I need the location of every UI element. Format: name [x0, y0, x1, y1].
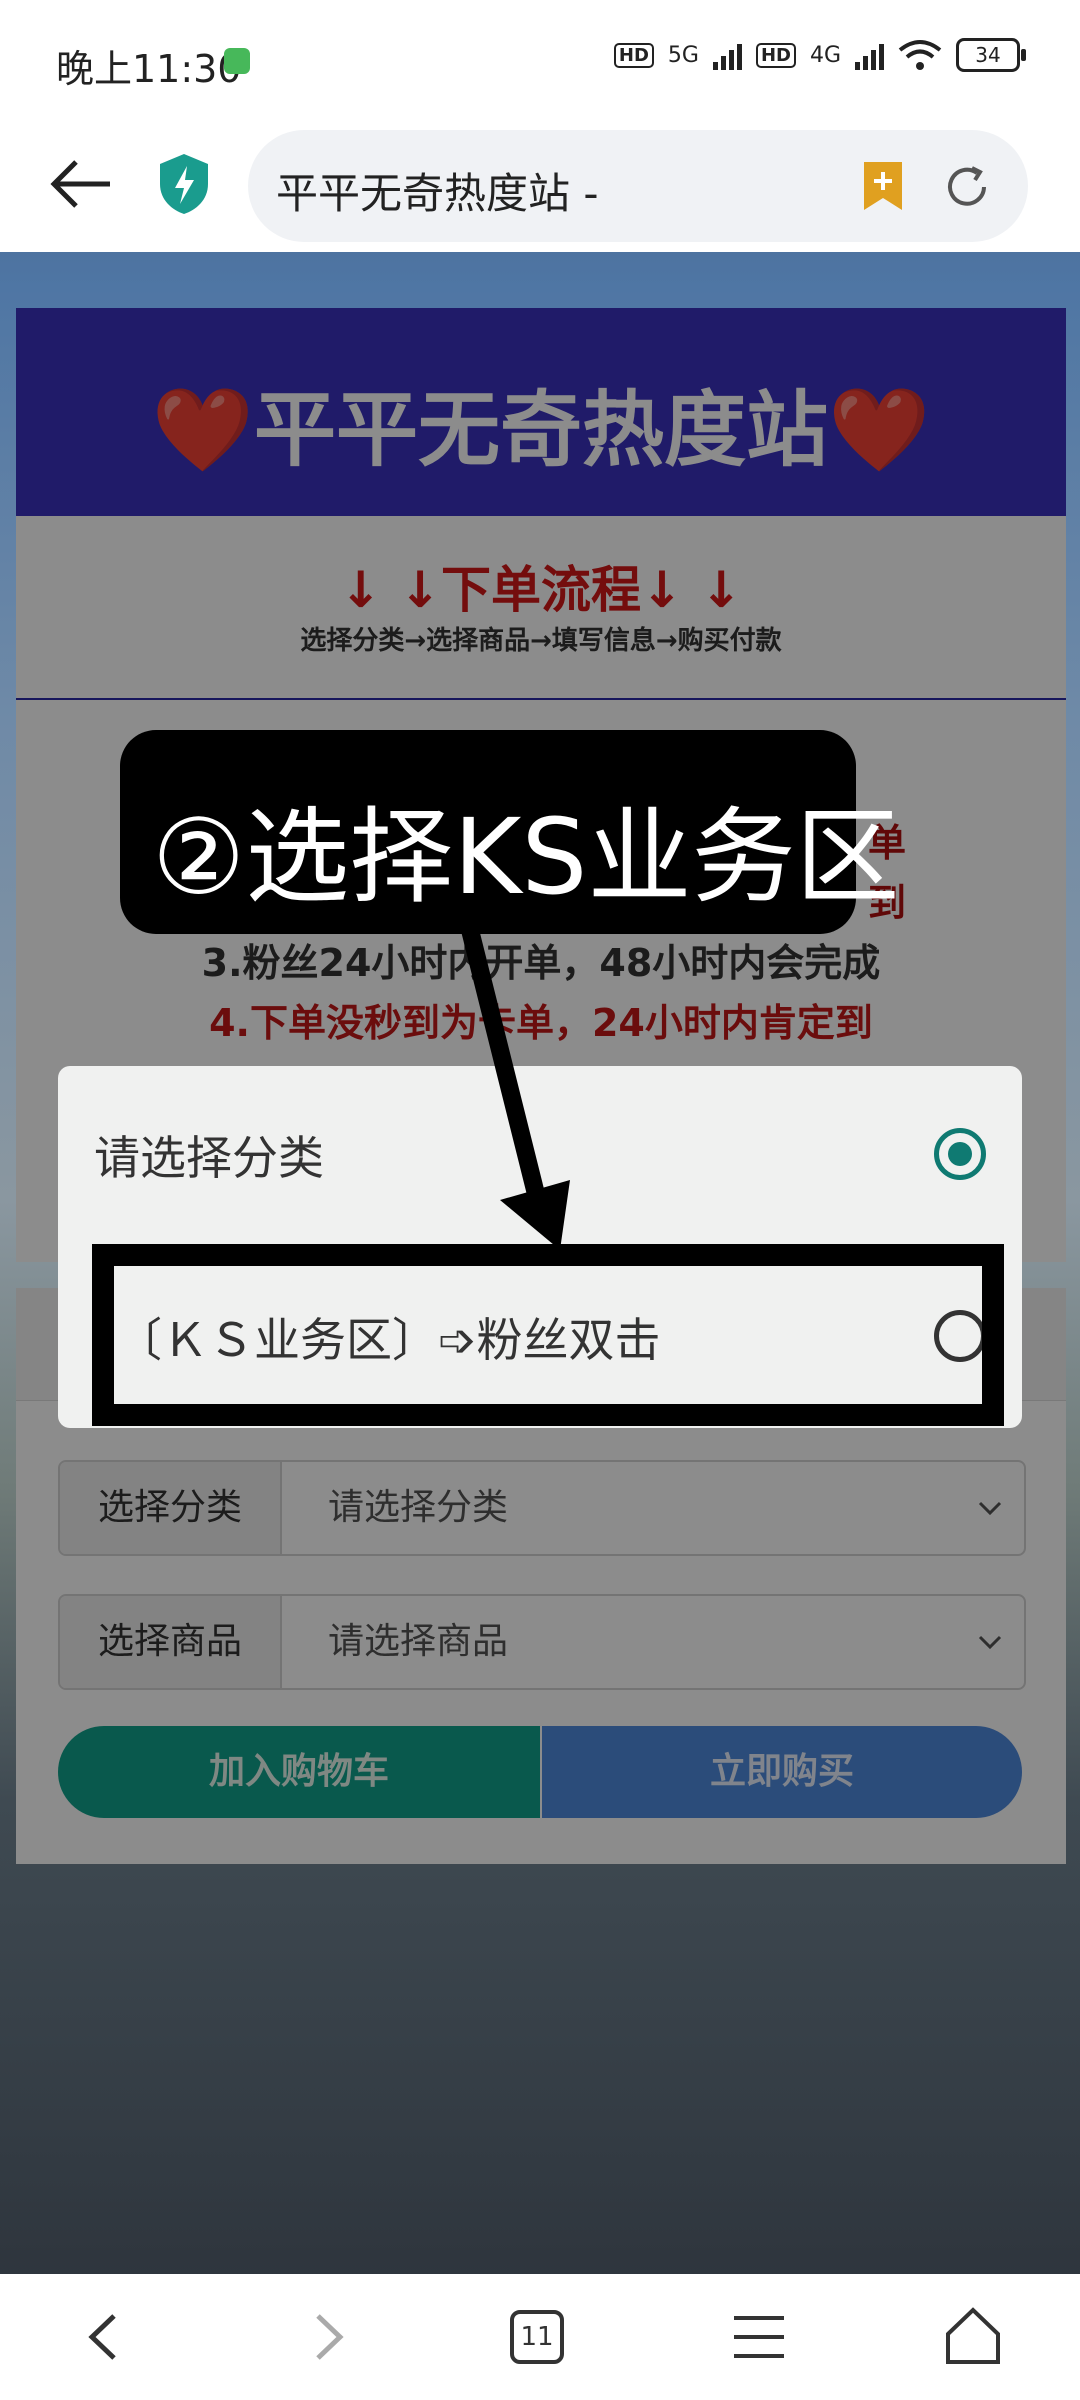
highlight-frame	[92, 1244, 1004, 1426]
status-bar: 晚上11:30 HD 5G HD 4G 34	[0, 0, 1080, 120]
back-arrow-icon[interactable]	[46, 154, 116, 214]
status-indicators: HD 5G HD 4G 34	[613, 38, 1026, 72]
browser-toolbar: 平平无奇热度站 -	[0, 120, 1080, 252]
signal-icon	[855, 40, 884, 70]
bookmark-add-icon[interactable]	[860, 160, 906, 212]
refresh-icon[interactable]	[942, 162, 992, 212]
dialog-option-label: 请选择分类	[94, 1131, 324, 1185]
radio-selected-icon[interactable]	[934, 1128, 986, 1180]
wifi-icon	[898, 40, 942, 70]
tabs-count: 11	[520, 2322, 554, 2352]
annotation-bubble: ②选择KS业务区	[120, 730, 899, 934]
android-app-icon	[224, 48, 250, 74]
address-bar[interactable]: 平平无奇热度站 -	[248, 130, 1028, 242]
bottom-navigation: 11	[0, 2274, 1080, 2400]
page-title-text: 平平无奇热度站 -	[276, 169, 599, 218]
tabs-button[interactable]: 11	[504, 2304, 570, 2370]
signal-icon	[712, 40, 742, 70]
shield-icon[interactable]	[156, 152, 212, 216]
hd-icon: HD	[613, 42, 654, 68]
menu-icon[interactable]	[726, 2304, 792, 2370]
nav-back-icon[interactable]	[72, 2304, 138, 2370]
nav-forward-icon[interactable]	[294, 2304, 360, 2370]
status-time: 晚上11:30	[56, 47, 242, 91]
network-5g-label: 5G	[667, 42, 699, 68]
home-icon[interactable]	[940, 2304, 1006, 2370]
annotation-text: ②选择KS业务区	[152, 796, 900, 918]
dialog-option-default[interactable]: 请选择分类	[58, 1066, 1022, 1246]
network-4g-label: 4G	[809, 42, 841, 68]
battery-icon: 34	[956, 38, 1026, 72]
hd-icon: HD	[755, 42, 796, 68]
